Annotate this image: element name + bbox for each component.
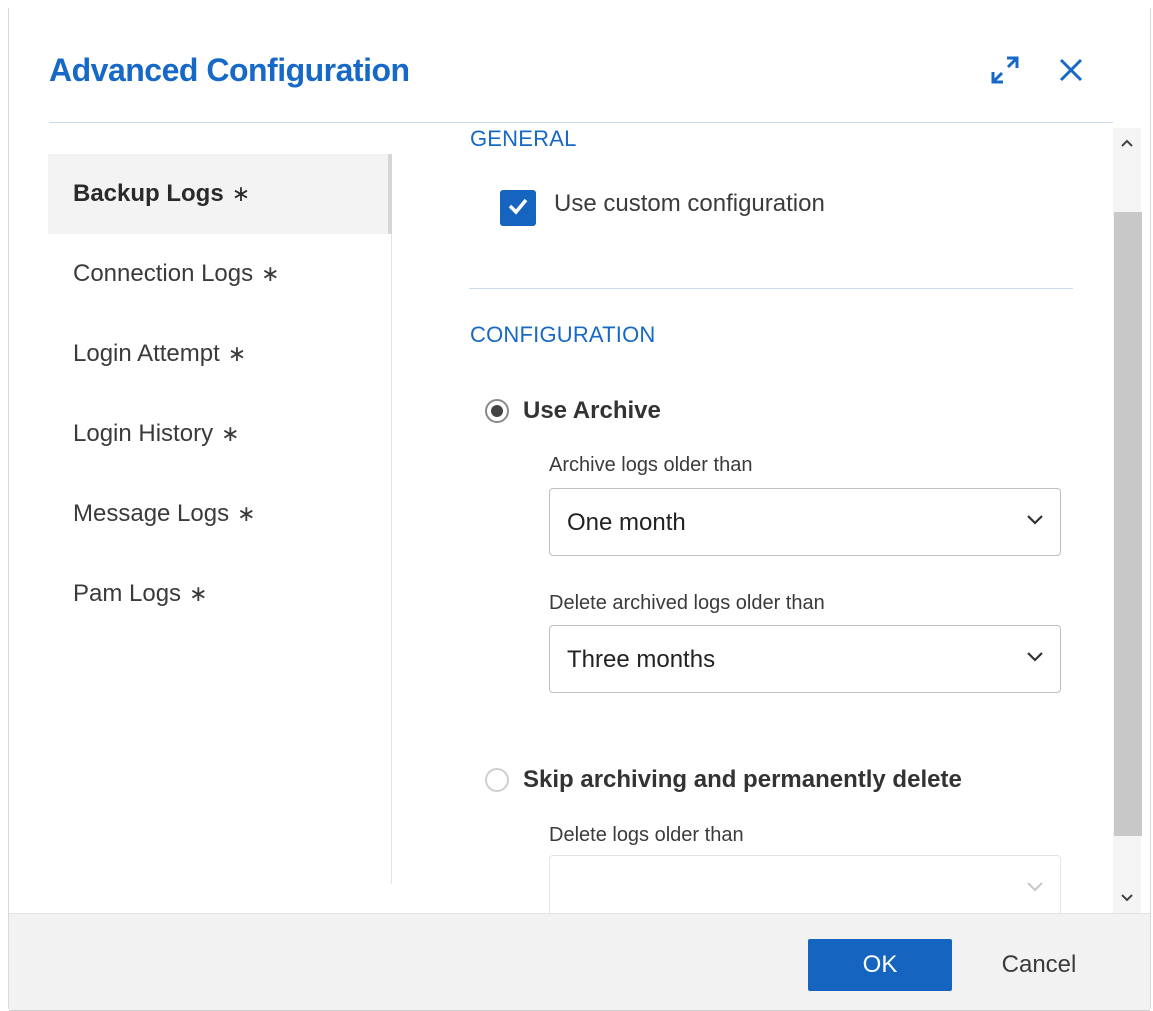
sidebar-item-label: Connection Logs (73, 260, 254, 287)
delete-logs-label: Delete logs older than (549, 824, 744, 846)
delete-archived-logs-select[interactable]: Three months (549, 625, 1061, 693)
chevron-up-icon (1121, 135, 1133, 153)
log-type-sidebar: Backup Logs ∗ Connection Logs ∗ Login At… (48, 154, 392, 634)
sidebar-item-label: Login History (73, 420, 214, 447)
sidebar-item-connection-logs[interactable]: Connection Logs ∗ (48, 234, 392, 314)
use-custom-configuration-checkbox[interactable] (500, 190, 536, 226)
chevron-down-icon (1026, 513, 1044, 532)
advanced-configuration-dialog: Advanced Configuration Backup Logs ∗ Con… (8, 8, 1151, 1011)
ok-button[interactable]: OK (808, 939, 952, 991)
archive-logs-value: One month (567, 509, 686, 536)
configuration-section-title: CONFIGURATION (470, 322, 656, 347)
sidebar-divider (391, 234, 392, 884)
general-section-title: GENERAL (470, 126, 577, 151)
use-archive-radio[interactable] (485, 399, 509, 423)
cancel-button[interactable]: Cancel (979, 939, 1099, 991)
modified-marker: ∗ (189, 581, 208, 606)
scrollbar-thumb[interactable] (1114, 212, 1142, 836)
modified-marker: ∗ (227, 341, 247, 366)
section-divider (469, 288, 1073, 289)
sidebar-item-message-logs[interactable]: Message Logs ∗ (48, 474, 392, 554)
header-divider (49, 122, 1113, 123)
archive-logs-label: Archive logs older than (549, 454, 753, 476)
sidebar-item-login-history[interactable]: Login History ∗ (48, 394, 392, 474)
skip-archiving-radio[interactable] (485, 768, 509, 792)
expand-button[interactable] (985, 50, 1025, 90)
modified-marker: ∗ (237, 501, 256, 526)
close-button[interactable] (1051, 50, 1091, 90)
use-archive-label: Use Archive (523, 397, 661, 424)
sidebar-item-backup-logs[interactable]: Backup Logs ∗ (48, 154, 392, 234)
sidebar-active-indicator (388, 154, 392, 234)
delete-archived-logs-label: Delete archived logs older than (549, 592, 825, 614)
delete-logs-select[interactable] (549, 855, 1061, 915)
scroll-down-button[interactable] (1113, 885, 1141, 913)
close-icon (1059, 58, 1083, 82)
scroll-up-button[interactable] (1113, 130, 1141, 158)
use-custom-configuration-label: Use custom configuration (554, 190, 825, 217)
sidebar-item-label: Backup Logs (73, 180, 224, 207)
chevron-down-icon (1121, 890, 1133, 908)
sidebar-item-pam-logs[interactable]: Pam Logs ∗ (48, 554, 392, 634)
skip-archiving-label: Skip archiving and permanently delete (523, 766, 962, 793)
sidebar-item-label: Pam Logs (73, 580, 182, 607)
modified-marker: ∗ (231, 181, 251, 206)
check-icon (507, 195, 529, 222)
archive-logs-select[interactable]: One month (549, 488, 1061, 556)
sidebar-item-login-attempt[interactable]: Login Attempt ∗ (48, 314, 392, 394)
chevron-down-icon (1026, 650, 1044, 669)
modified-marker: ∗ (221, 421, 240, 446)
modified-marker: ∗ (261, 261, 280, 286)
dialog-footer: OK Cancel (9, 913, 1150, 1011)
sidebar-item-label: Login Attempt (73, 340, 220, 367)
delete-archived-logs-value: Three months (567, 646, 716, 673)
chevron-down-icon (1026, 880, 1044, 899)
expand-icon (990, 55, 1020, 85)
sidebar-item-label: Message Logs (73, 500, 230, 527)
dialog-title: Advanced Configuration (49, 52, 410, 88)
